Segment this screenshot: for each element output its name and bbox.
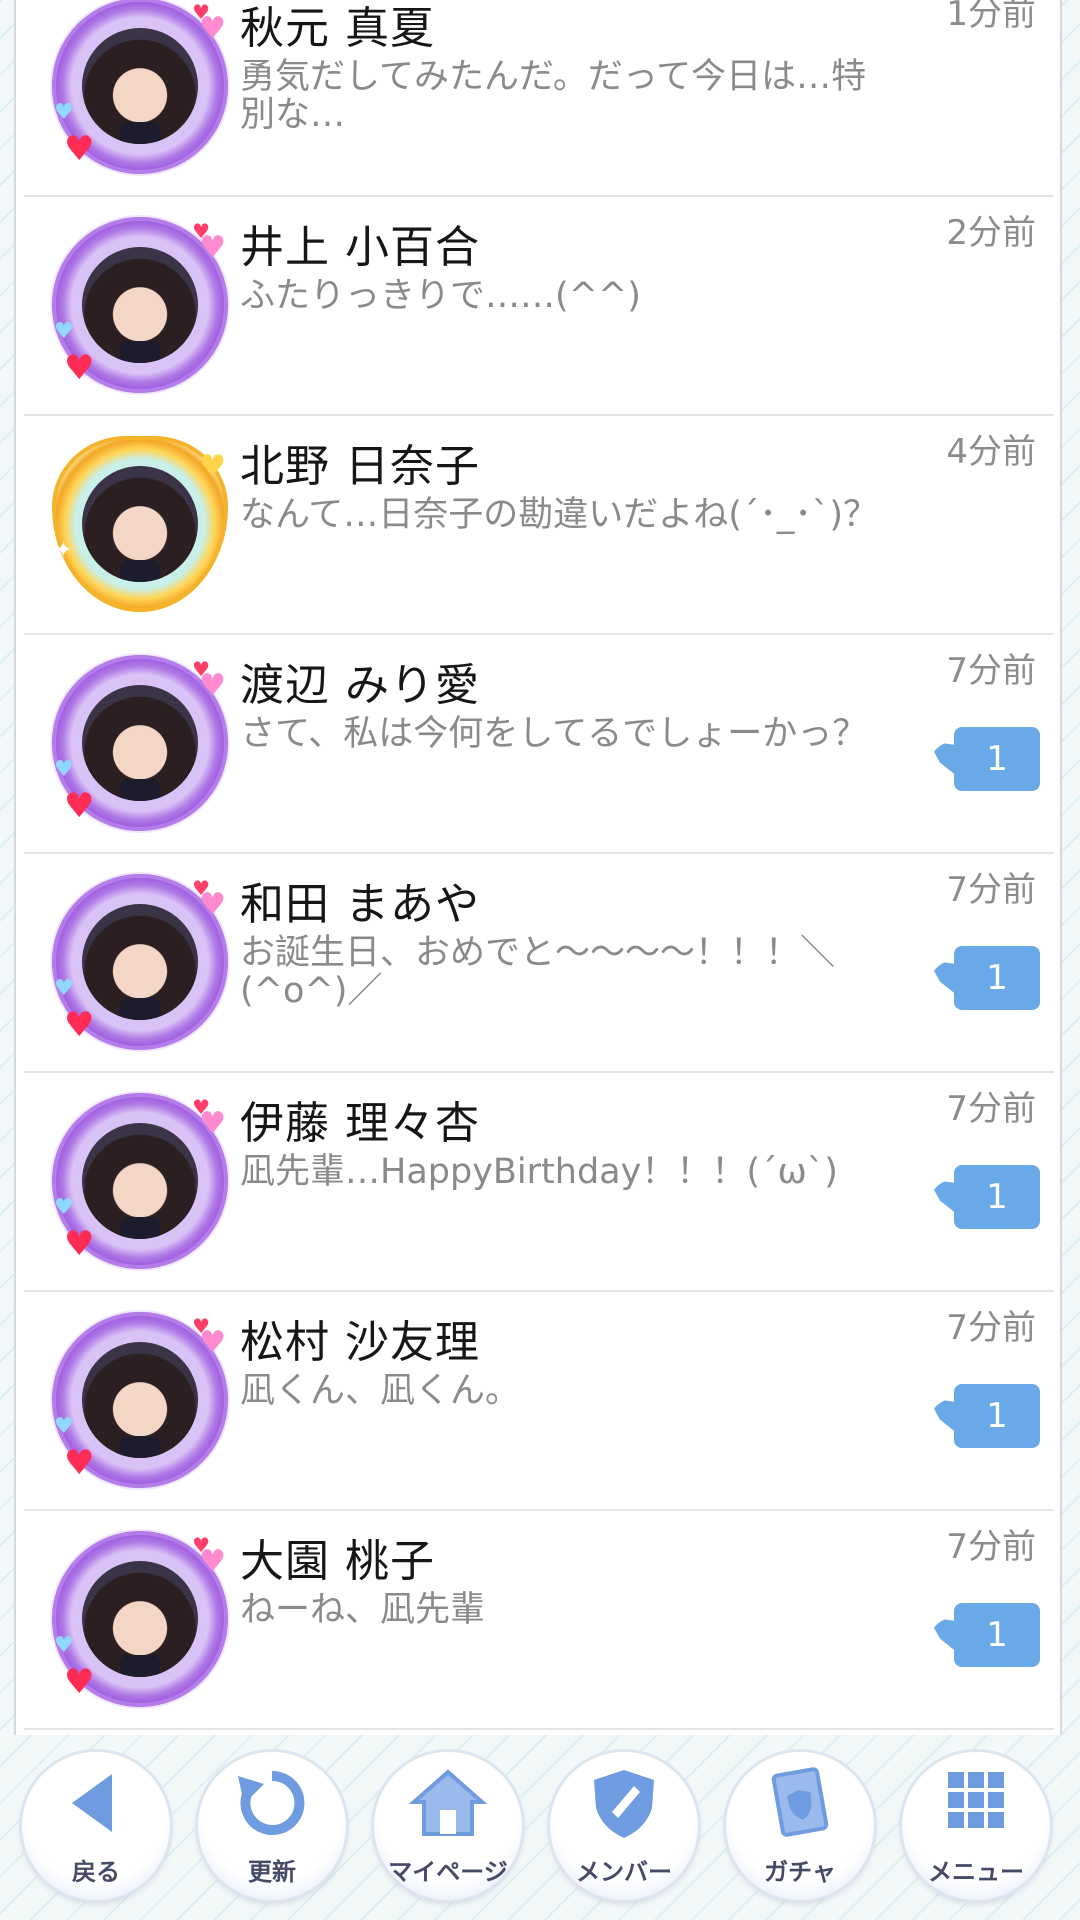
nav-label: マイページ bbox=[388, 1858, 508, 1886]
thread-row[interactable]: ♥ ♥ ♥ ♥ 大園 桃子 ねーね、凪先輩 7分前 1 bbox=[24, 1511, 1054, 1730]
thread-message-preview: お誕生日、おめでと〜〜〜〜！！！＼(^o^)／ bbox=[240, 933, 836, 1011]
heart-icon: ♥ bbox=[192, 657, 210, 681]
unread-badge: 1 bbox=[954, 1603, 1040, 1667]
thread-row[interactable]: ♥ ✦ 北野 日奈子 なんて…日奈子の勘違いだよね(´･_･`)？ 4分前 bbox=[24, 416, 1054, 635]
thread-sender-name: 渡辺 みり愛 bbox=[240, 660, 480, 711]
thread-sender-name: 秋元 真夏 bbox=[240, 3, 435, 54]
thread-message-preview: さて、私は今何をしてるでしょーかっ？ bbox=[240, 714, 868, 754]
avatar: ♥ ♥ ♥ ♥ bbox=[52, 1093, 228, 1269]
avatar: ♥ ✦ bbox=[52, 436, 228, 612]
sparkle-icon: ✦ bbox=[54, 538, 73, 563]
thread-row[interactable]: ♥ ♥ ♥ ♥ 秋元 真夏 勇気だしてみたんだ。だって今日は…特別な… 1分前 bbox=[24, 0, 1054, 197]
nav-label: ガチャ bbox=[764, 1858, 836, 1886]
thread-message-preview: ねーね、凪先輩 bbox=[240, 1590, 486, 1630]
heart-icon: ♥ bbox=[54, 1195, 74, 1220]
thread-timestamp: 7分前 bbox=[946, 1089, 1036, 1129]
home-icon bbox=[408, 1769, 488, 1836]
card-icon bbox=[771, 1767, 829, 1837]
bottom-navigation: 戻る 更新 マイページ メンバー ガチャ メニュー bbox=[0, 1742, 1080, 1920]
heart-icon: ♥ bbox=[64, 348, 95, 388]
thread-message-preview: 勇気だしてみたんだ。だって今日は…特別な… bbox=[240, 57, 867, 135]
heart-icon: ♥ bbox=[199, 449, 226, 484]
thread-sender-name: 和田 まあや bbox=[240, 879, 480, 930]
heart-icon: ♥ bbox=[64, 1443, 95, 1483]
avatar-photo bbox=[82, 247, 198, 363]
thread-message-preview: ふたりっきりで……(^^) bbox=[240, 276, 641, 316]
heart-icon: ♥ bbox=[64, 786, 95, 826]
avatar: ♥ ♥ ♥ ♥ bbox=[52, 217, 228, 393]
thread-sender-name: 井上 小百合 bbox=[240, 222, 480, 273]
thread-timestamp: 7分前 bbox=[946, 870, 1036, 910]
thread-sender-name: 大園 桃子 bbox=[240, 1536, 435, 1587]
avatar: ♥ ♥ ♥ ♥ bbox=[52, 1531, 228, 1707]
message-thread-list[interactable]: ♥ ♥ ♥ ♥ 秋元 真夏 勇気だしてみたんだ。だって今日は…特別な… 1分前 … bbox=[14, 0, 1062, 1735]
thread-message-preview: なんて…日奈子の勘違いだよね(´･_･`)？ bbox=[240, 495, 879, 535]
grid-menu-icon bbox=[948, 1772, 1004, 1828]
nav-back-button[interactable]: 戻る bbox=[22, 1752, 170, 1900]
nav-label: メンバー bbox=[576, 1858, 672, 1886]
nav-mypage-button[interactable]: マイページ bbox=[374, 1752, 522, 1900]
heart-icon: ♥ bbox=[192, 1095, 210, 1119]
thread-timestamp: 7分前 bbox=[946, 1308, 1036, 1348]
nav-label: 更新 bbox=[248, 1858, 296, 1886]
avatar-photo bbox=[82, 685, 198, 801]
thread-message-preview: 凪先輩…HappyBirthday！！！(´ω`) bbox=[240, 1152, 838, 1192]
thread-timestamp: 1分前 bbox=[946, 0, 1036, 34]
heart-icon: ♥ bbox=[54, 757, 74, 782]
avatar: ♥ ♥ ♥ ♥ bbox=[52, 655, 228, 831]
heart-icon: ♥ bbox=[54, 319, 74, 344]
avatar: ♥ ♥ ♥ ♥ bbox=[52, 1312, 228, 1488]
nav-gacha-button[interactable]: ガチャ bbox=[726, 1752, 874, 1900]
avatar-photo bbox=[82, 1342, 198, 1458]
heart-icon: ♥ bbox=[192, 0, 210, 24]
avatar-photo bbox=[82, 904, 198, 1020]
heart-icon: ♥ bbox=[64, 1005, 95, 1045]
thread-timestamp: 4分前 bbox=[946, 432, 1036, 472]
thread-timestamp: 7分前 bbox=[946, 651, 1036, 691]
heart-icon: ♥ bbox=[64, 1224, 95, 1264]
avatar-photo bbox=[82, 1561, 198, 1677]
shield-icon bbox=[594, 1770, 654, 1838]
thread-row[interactable]: ♥ ♥ ♥ ♥ 井上 小百合 ふたりっきりで……(^^) 2分前 bbox=[24, 197, 1054, 416]
avatar: ♥ ♥ ♥ ♥ bbox=[52, 874, 228, 1050]
back-arrow-icon bbox=[72, 1774, 112, 1832]
avatar-photo bbox=[82, 466, 198, 582]
thread-sender-name: 松村 沙友理 bbox=[240, 1317, 480, 1368]
heart-icon: ♥ bbox=[54, 1633, 74, 1658]
unread-badge: 1 bbox=[954, 946, 1040, 1010]
heart-icon: ♥ bbox=[192, 219, 210, 243]
nav-label: 戻る bbox=[72, 1858, 120, 1886]
nav-member-button[interactable]: メンバー bbox=[550, 1752, 698, 1900]
thread-row[interactable]: ♥ ♥ ♥ ♥ 渡辺 みり愛 さて、私は今何をしてるでしょーかっ？ 7分前 1 bbox=[24, 635, 1054, 854]
thread-sender-name: 北野 日奈子 bbox=[240, 441, 480, 492]
thread-row[interactable]: ♥ ♥ ♥ ♥ 和田 まあや お誕生日、おめでと〜〜〜〜！！！＼(^o^)／ 7… bbox=[24, 854, 1054, 1073]
nav-menu-button[interactable]: メニュー bbox=[902, 1752, 1050, 1900]
thread-timestamp: 7分前 bbox=[946, 1527, 1036, 1567]
heart-icon: ♥ bbox=[54, 100, 74, 125]
nav-refresh-button[interactable]: 更新 bbox=[198, 1752, 346, 1900]
thread-sender-name: 伊藤 理々杏 bbox=[240, 1098, 480, 1149]
avatar: ♥ ♥ ♥ ♥ bbox=[52, 0, 228, 174]
heart-icon: ♥ bbox=[192, 1533, 210, 1557]
avatar-photo bbox=[82, 1123, 198, 1239]
thread-timestamp: 2分前 bbox=[946, 213, 1036, 253]
thread-message-preview: 凪くん、凪くん。 bbox=[240, 1371, 521, 1411]
heart-icon: ♥ bbox=[54, 976, 74, 1001]
heart-icon: ♥ bbox=[64, 1662, 95, 1702]
unread-badge: 1 bbox=[954, 1165, 1040, 1229]
refresh-icon bbox=[238, 1770, 305, 1835]
heart-icon: ♥ bbox=[54, 1414, 74, 1439]
nav-label: メニュー bbox=[928, 1858, 1024, 1886]
avatar-photo bbox=[82, 28, 198, 144]
heart-icon: ♥ bbox=[192, 876, 210, 900]
unread-badge: 1 bbox=[954, 1384, 1040, 1448]
heart-icon: ♥ bbox=[192, 1314, 210, 1338]
thread-row[interactable]: ♥ ♥ ♥ ♥ 伊藤 理々杏 凪先輩…HappyBirthday！！！(´ω`)… bbox=[24, 1073, 1054, 1292]
thread-row[interactable]: ♥ ♥ ♥ ♥ 松村 沙友理 凪くん、凪くん。 7分前 1 bbox=[24, 1292, 1054, 1511]
heart-icon: ♥ bbox=[64, 129, 95, 169]
unread-badge: 1 bbox=[954, 727, 1040, 791]
